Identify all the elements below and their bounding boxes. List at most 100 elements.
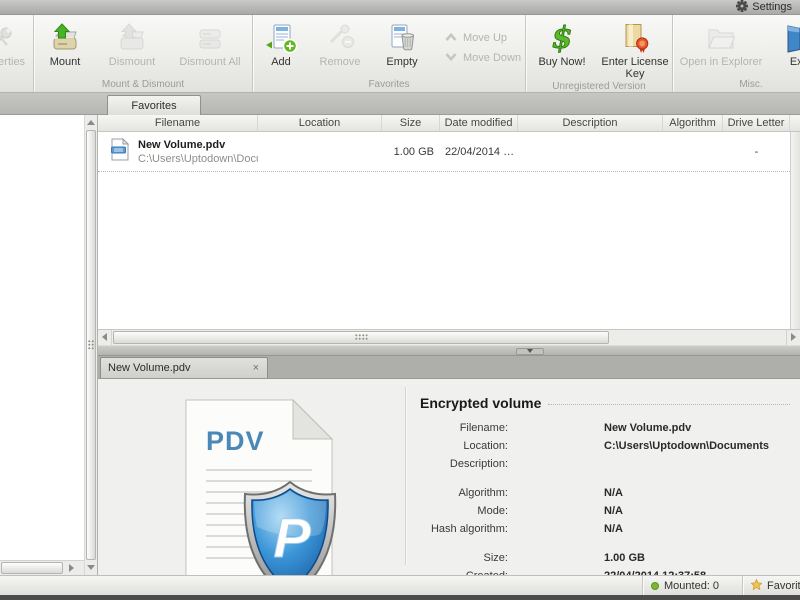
group-label: Unregistered Version bbox=[552, 81, 646, 92]
scrollbar-thumb[interactable] bbox=[113, 330, 609, 344]
scroll-left-button[interactable] bbox=[98, 329, 112, 345]
status-mounted: Mounted: 0 bbox=[642, 576, 742, 595]
grip-dots-icon bbox=[87, 339, 95, 351]
exit-button[interactable]: Exit bbox=[769, 17, 800, 78]
detail-divider bbox=[405, 386, 406, 565]
remove-button[interactable]: Remove bbox=[309, 17, 371, 78]
settings-label: Settings bbox=[752, 1, 792, 13]
window-bottom-edge bbox=[0, 595, 800, 600]
field-value: New Volume.pdv bbox=[604, 421, 692, 434]
group-label bbox=[0, 78, 33, 92]
row-drive-letter: - bbox=[754, 145, 759, 158]
column-header-drive-letter[interactable]: Drive Letter bbox=[723, 115, 790, 131]
column-header-filler bbox=[790, 115, 800, 131]
row-date-modified: 22/04/2014 12:38:58 bbox=[445, 145, 518, 158]
row-size: 1.00 GB bbox=[393, 145, 434, 158]
dollar-icon: $ bbox=[545, 20, 579, 56]
mount-drive-icon bbox=[48, 20, 82, 56]
svg-text:$: $ bbox=[552, 21, 573, 55]
field-value: N/A bbox=[604, 504, 623, 517]
move-down-label: Move Down bbox=[463, 51, 522, 64]
green-dot-icon bbox=[651, 581, 659, 590]
collapse-panel-button[interactable] bbox=[516, 347, 544, 355]
favorites-count-label: Favorites bbox=[767, 579, 800, 592]
mount-label: Mount bbox=[49, 56, 81, 68]
field-value: 1.00 GB bbox=[604, 551, 645, 564]
tab-favorites[interactable]: Favorites bbox=[107, 95, 201, 115]
column-header-date-modified[interactable]: Date modified bbox=[440, 115, 518, 131]
tab-new-volume[interactable]: New Volume.pdv × bbox=[100, 356, 268, 378]
scrollbar-thumb[interactable] bbox=[1, 562, 63, 574]
detail-tab-bar: New Volume.pdv × bbox=[98, 355, 800, 379]
scrollbar-thumb[interactable] bbox=[86, 130, 96, 560]
properties-button[interactable]: Properties bbox=[0, 17, 33, 78]
enter-license-key-button[interactable]: Enter License Key bbox=[598, 17, 672, 80]
volume-row[interactable]: New Volume.pdv C:\Users\Uptodown\Documen… bbox=[98, 132, 800, 172]
side-panel-vertical-scrollbar[interactable] bbox=[84, 115, 98, 575]
field-label: Mode: bbox=[477, 504, 508, 517]
scroll-up-button[interactable] bbox=[85, 116, 97, 129]
chevron-up-icon bbox=[445, 32, 457, 44]
field-label: Hash algorithm: bbox=[430, 522, 508, 535]
favorites-tab-label: Favorites bbox=[131, 99, 177, 112]
toolbar-group-misc: Open in Explorer Exit Misc. bbox=[673, 15, 800, 92]
window-top-strip: Settings bbox=[0, 0, 800, 15]
column-header-filename[interactable]: Filename bbox=[98, 115, 258, 131]
buy-now-label: Buy Now! bbox=[538, 56, 586, 68]
license-certificate-icon bbox=[618, 20, 652, 56]
column-header-size[interactable]: Size bbox=[382, 115, 440, 131]
side-panel-horizontal-scrollbar[interactable] bbox=[0, 560, 84, 575]
move-down-button[interactable]: Move Down bbox=[445, 52, 525, 64]
field-label: Size: bbox=[483, 551, 508, 564]
list-vertical-scroll-track[interactable] bbox=[790, 132, 800, 329]
properties-label: Properties bbox=[0, 56, 26, 68]
remove-label: Remove bbox=[319, 56, 361, 68]
detail-fields: Filename: New Volume.pdv Location: C:\User… bbox=[420, 419, 790, 576]
group-label: Misc. bbox=[739, 79, 763, 90]
move-up-button[interactable]: Move Up bbox=[445, 32, 525, 44]
settings-button[interactable]: Settings bbox=[736, 0, 792, 14]
triangle-left-icon bbox=[102, 333, 107, 341]
add-volume-icon bbox=[264, 20, 298, 56]
field-value: C:\Users\Uptodown\Documents bbox=[604, 439, 770, 452]
field-label: Algorithm: bbox=[458, 486, 508, 499]
volume-detail-panel: PDV P Encrypted volume Filename: New Vol… bbox=[98, 378, 800, 576]
detail-heading: Encrypted volume bbox=[420, 394, 542, 411]
main-content: Filename Location Size Date modified Des… bbox=[98, 115, 800, 575]
exit-door-icon bbox=[781, 20, 800, 56]
side-panel bbox=[0, 115, 84, 575]
empty-button[interactable]: Empty bbox=[371, 17, 433, 78]
dismount-all-icon bbox=[193, 20, 227, 56]
group-label: Favorites bbox=[368, 79, 410, 90]
field-label: Description: bbox=[449, 457, 508, 470]
scroll-down-button[interactable] bbox=[85, 561, 97, 574]
close-icon[interactable]: × bbox=[252, 362, 260, 373]
volume-list-header: Filename Location Size Date modified Des… bbox=[98, 115, 800, 132]
add-button[interactable]: Add bbox=[253, 17, 309, 78]
dismount-all-button[interactable]: Dismount All bbox=[168, 17, 252, 78]
scroll-right-button[interactable] bbox=[786, 329, 800, 345]
dotted-leader bbox=[548, 403, 790, 405]
column-header-description[interactable]: Description bbox=[518, 115, 663, 131]
row-algorithm bbox=[663, 132, 723, 171]
column-header-location[interactable]: Location bbox=[258, 115, 382, 131]
enter-license-key-label: Enter License Key bbox=[601, 56, 669, 80]
status-favorites: Favorites bbox=[742, 576, 800, 595]
triangle-down-icon bbox=[87, 565, 95, 570]
scroll-right-button[interactable] bbox=[64, 561, 78, 575]
dismount-button[interactable]: Dismount bbox=[96, 17, 168, 78]
buy-now-button[interactable]: $ Buy Now! bbox=[526, 17, 598, 80]
open-in-explorer-button[interactable]: Open in Explorer bbox=[673, 17, 769, 78]
exit-label: Exit bbox=[789, 56, 800, 68]
list-horizontal-scrollbar[interactable] bbox=[98, 328, 800, 345]
panel-splitter[interactable] bbox=[98, 344, 800, 356]
field-value: N/A bbox=[604, 486, 623, 499]
triangle-right-icon bbox=[791, 333, 796, 341]
folder-icon bbox=[704, 20, 738, 56]
dismount-drive-icon bbox=[115, 20, 149, 56]
toolbar-group-unregistered: $ Buy Now! Enter License Key Unregistere… bbox=[526, 15, 673, 92]
mount-button[interactable]: Mount bbox=[34, 17, 96, 78]
column-header-algorithm[interactable]: Algorithm bbox=[663, 115, 723, 131]
wrench-icon bbox=[0, 20, 15, 56]
field-label: Filename: bbox=[459, 421, 508, 434]
